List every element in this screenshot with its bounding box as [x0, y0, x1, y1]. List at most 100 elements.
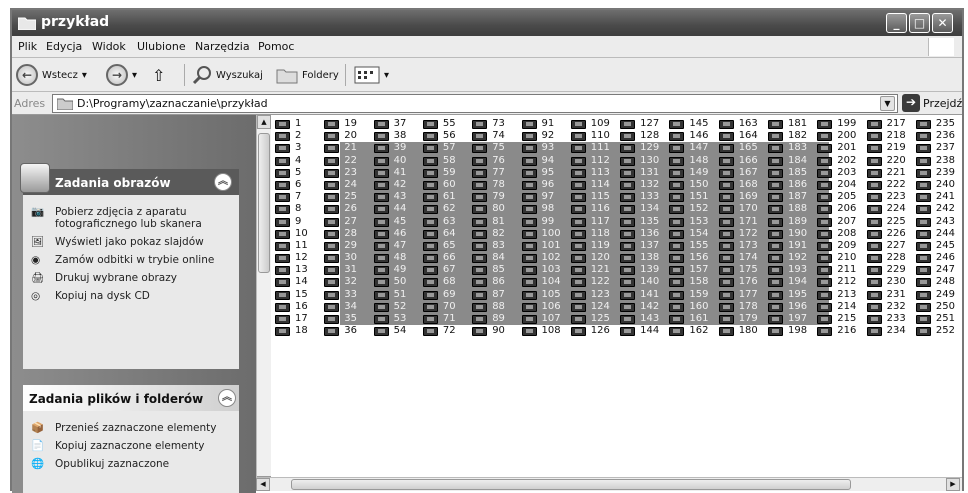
title-bar[interactable]: przykład _ □ ✕	[12, 10, 962, 36]
image-file-icon	[915, 254, 931, 264]
file-name: 60	[442, 178, 456, 190]
maximize-button[interactable]: □	[909, 13, 930, 33]
file-name: 233	[886, 313, 906, 324]
image-file-icon	[472, 254, 488, 264]
menu-edycja[interactable]: Edycja	[46, 40, 82, 53]
menu-plik[interactable]: Plik	[18, 40, 37, 53]
task-copy-selected[interactable]: 📄 Kopiuj zaznaczone elementy	[23, 437, 239, 455]
back-button[interactable]: ← Wstecz ▾	[16, 62, 87, 88]
menu-widok[interactable]: Widok	[92, 40, 126, 53]
image-file-icon	[915, 290, 931, 300]
file-name: 105	[541, 288, 561, 300]
file-name: 70	[442, 300, 456, 312]
image-file-icon	[521, 180, 537, 190]
file-name: 112	[590, 154, 610, 166]
file-name: 79	[492, 191, 505, 203]
image-tasks-panel: Zadania obrazów ︽ 📷 Pobierz zdjęcia z apa…	[20, 163, 239, 369]
file-name: 20	[344, 130, 358, 142]
task-order-prints[interactable]: ◉ Zamów odbitki w trybie online	[23, 251, 239, 269]
file-name: 140	[640, 276, 660, 288]
task-slideshow[interactable]: 🖼 Wyświetl jako pokaz slajdów	[23, 233, 239, 251]
back-label: Wstecz	[42, 69, 78, 81]
image-file-icon	[718, 241, 734, 251]
file-name: 173	[738, 239, 758, 251]
image-file-icon	[521, 132, 537, 142]
file-name: 75	[492, 142, 505, 154]
image-file-icon	[866, 205, 882, 215]
image-file-icon	[472, 144, 488, 154]
file-name: 176	[738, 276, 758, 288]
folders-button[interactable]: Foldery	[276, 62, 339, 88]
image-file-icon	[324, 217, 340, 227]
address-dropdown-button[interactable]: ▼	[880, 96, 895, 111]
image-file-icon	[521, 241, 537, 251]
image-file-icon	[669, 315, 685, 324]
image-file-icon	[768, 229, 783, 239]
window-title: przykład	[41, 14, 110, 30]
image-file-icon	[620, 193, 636, 203]
image-file-icon	[915, 132, 931, 142]
image-file-icon	[718, 180, 734, 190]
image-file-icon	[915, 144, 931, 154]
task-get-pictures[interactable]: 📷 Pobierz zdjęcia z aparatu fotograficzne…	[23, 203, 239, 233]
address-input[interactable]: D:\Programy\zaznaczanie\przykład ▼	[52, 94, 898, 113]
close-button[interactable]: ✕	[932, 13, 953, 33]
forward-button[interactable]: → ▾	[106, 62, 137, 88]
menu-narzedzia[interactable]: Narzędzia	[195, 40, 250, 53]
vertical-scrollbar[interactable]: ▲ ▼	[256, 115, 271, 490]
scroll-right-button[interactable]: ▶	[946, 478, 960, 491]
file-name: 13	[295, 264, 308, 276]
image-file-icon	[718, 327, 734, 337]
image-file-icon	[866, 327, 882, 337]
file-name: 18	[295, 325, 308, 337]
file-name: 65	[442, 239, 456, 251]
address-label: Adres	[14, 97, 46, 110]
up-folder-button[interactable]: ⇧	[152, 62, 165, 88]
menu-pomoc[interactable]: Pomoc	[258, 40, 294, 53]
image-file-icon	[521, 168, 537, 178]
scroll-left-button[interactable]: ◀	[256, 478, 270, 491]
file-name: 217	[886, 118, 906, 129]
file-name: 109	[590, 118, 610, 129]
file-name: 134	[640, 203, 660, 215]
minimize-button[interactable]: _	[886, 13, 907, 33]
image-file-icon	[718, 132, 734, 142]
file-name: 72	[442, 325, 456, 337]
image-file-icon	[718, 290, 734, 300]
image-file-icon	[915, 180, 931, 190]
image-file-icon	[718, 156, 734, 166]
file-tasks-header[interactable]: Zadania plików i folderów ︽	[23, 385, 239, 411]
scroll-thumb[interactable]	[258, 133, 270, 273]
search-button[interactable]: Wyszukaj	[192, 62, 263, 88]
file-name: 201	[837, 142, 857, 154]
task-print-pictures[interactable]: 🖨 Drukuj wybrane obrazy	[23, 269, 239, 287]
image-tasks-header[interactable]: Zadania obrazów ︽	[20, 163, 239, 195]
image-file-icon	[373, 180, 389, 190]
go-button[interactable]: ➔ Przejdź	[902, 94, 962, 112]
image-file-icon	[620, 180, 636, 190]
file-name: 118	[590, 227, 610, 239]
file-name: 132	[640, 178, 660, 190]
menu-ulubione[interactable]: Ulubione	[137, 40, 186, 53]
task-move-selected[interactable]: 📦 Przenieś zaznaczone elementy	[23, 419, 239, 437]
task-publish-selected[interactable]: 🌐 Opublikuj zaznaczone	[23, 455, 239, 473]
image-file-icon	[669, 132, 685, 142]
horizontal-scrollbar[interactable]: ◀ ▶	[256, 477, 962, 491]
file-name: 100	[541, 227, 561, 239]
file-name: 214	[837, 300, 857, 312]
image-file-icon	[324, 327, 340, 337]
file-name: 229	[886, 264, 906, 276]
image-file-icon	[768, 254, 783, 264]
collapse-chevron-icon[interactable]: ︽	[218, 389, 236, 407]
image-file-icon	[718, 193, 734, 203]
collapse-chevron-icon[interactable]: ︽	[214, 173, 232, 191]
file-name: 136	[640, 227, 660, 239]
views-button[interactable]: ▾	[354, 62, 389, 88]
task-copy-to-cd[interactable]: ◎ Kopiuj na dysk CD	[23, 287, 239, 305]
h-scroll-thumb[interactable]	[291, 479, 851, 490]
image-file-icon	[718, 168, 734, 178]
image-file-icon	[275, 290, 290, 300]
scroll-up-button[interactable]: ▲	[257, 115, 271, 129]
image-file-icon	[817, 229, 833, 239]
image-file-icon	[324, 193, 340, 203]
